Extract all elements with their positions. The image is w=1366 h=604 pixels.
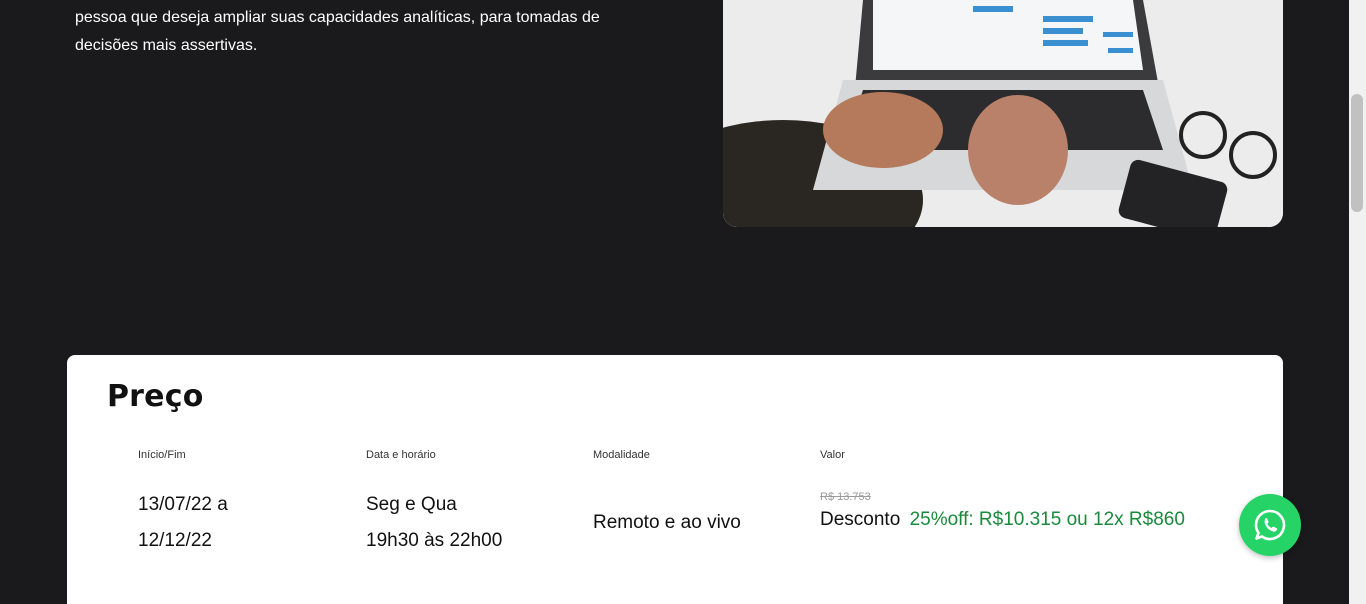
laptop-photo-illustration bbox=[723, 0, 1283, 227]
intro-text: pessoa que deseja ampliar suas capacidad… bbox=[75, 4, 635, 60]
price-label: Valor bbox=[820, 449, 845, 461]
old-price: R$ 13.753 bbox=[820, 491, 871, 503]
dates-line-1: 13/07/22 a bbox=[138, 494, 228, 515]
dates-column: Início/Fim 13/07/22 a 12/12/22 bbox=[138, 449, 338, 559]
price-column: Valor R$ 13.753 Desconto 25%off: R$10.31… bbox=[820, 449, 1260, 531]
mode-column: Modalidade Remoto e ao vivo bbox=[593, 449, 793, 541]
schedule-value: Seg e Qua 19h30 às 22h00 bbox=[366, 487, 566, 559]
whatsapp-button[interactable] bbox=[1239, 494, 1301, 556]
scrollbar-thumb[interactable] bbox=[1351, 94, 1363, 212]
intro-line-1: pessoa que deseja ampliar suas capacidad… bbox=[75, 9, 600, 26]
discount-line: Desconto 25%off: R$10.315 ou 12x R$860 bbox=[820, 509, 1260, 531]
hero-image bbox=[723, 0, 1283, 227]
whatsapp-icon bbox=[1254, 509, 1286, 541]
dates-value: 13/07/22 a 12/12/22 bbox=[138, 487, 338, 559]
mode-label: Modalidade bbox=[593, 449, 650, 461]
schedule-label: Data e horário bbox=[366, 449, 436, 461]
dates-label: Início/Fim bbox=[138, 449, 186, 461]
schedule-line-2: 19h30 às 22h00 bbox=[366, 530, 503, 551]
discount-offer: 25%off: R$10.315 ou 12x R$860 bbox=[909, 509, 1185, 530]
intro-line-2: decisões mais assertivas. bbox=[75, 37, 258, 54]
schedule-column: Data e horário Seg e Qua 19h30 às 22h00 bbox=[366, 449, 566, 559]
price-card: Preço Início/Fim 13/07/22 a 12/12/22 Dat… bbox=[67, 355, 1283, 604]
mode-value: Remoto e ao vivo bbox=[593, 512, 741, 533]
dates-line-2: 12/12/22 bbox=[138, 530, 212, 551]
discount-label: Desconto bbox=[820, 509, 901, 530]
page-scrollbar[interactable] bbox=[1349, 0, 1366, 604]
price-title: Preço bbox=[107, 379, 204, 414]
schedule-line-1: Seg e Qua bbox=[366, 494, 457, 515]
